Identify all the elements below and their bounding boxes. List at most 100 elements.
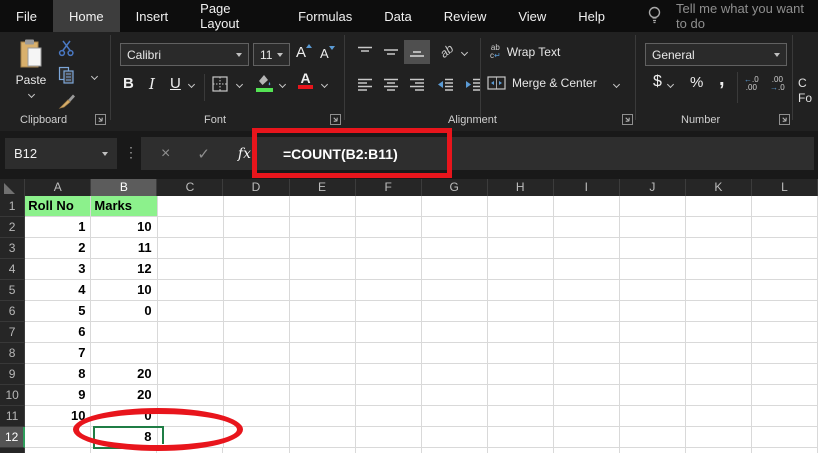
cell-J3[interactable] (619, 238, 686, 259)
cell-F2[interactable] (355, 217, 422, 238)
increase-font-button[interactable]: A (296, 44, 313, 61)
insert-function-icon[interactable]: fx (238, 146, 251, 162)
cell-G3[interactable] (421, 238, 488, 259)
cell-J8[interactable] (619, 343, 686, 364)
cell-L7[interactable] (751, 322, 818, 343)
row-header-10[interactable]: 10 (0, 385, 26, 406)
cell-H10[interactable] (487, 385, 554, 406)
cell-B3[interactable]: 11 (91, 238, 158, 259)
font-name-combo[interactable]: Calibri (120, 43, 249, 66)
cell-C3[interactable] (157, 238, 224, 259)
cell-K13[interactable] (685, 448, 752, 453)
cell-I7[interactable] (553, 322, 620, 343)
row-header-4[interactable]: 4 (0, 259, 26, 280)
column-header-H[interactable]: H (488, 179, 554, 196)
tab-review[interactable]: Review (428, 0, 503, 32)
cell-J4[interactable] (619, 259, 686, 280)
cell-D9[interactable] (223, 364, 290, 385)
cell-C5[interactable] (157, 280, 224, 301)
font-dialog-launcher[interactable] (330, 114, 341, 125)
cell-F12[interactable] (355, 427, 422, 448)
column-header-A[interactable]: A (25, 179, 92, 196)
cell-E5[interactable] (289, 280, 356, 301)
cell-E6[interactable] (289, 301, 356, 322)
cell-L3[interactable] (751, 238, 818, 259)
cell-J2[interactable] (619, 217, 686, 238)
alignment-dialog-launcher[interactable] (622, 114, 633, 125)
cell-J1[interactable] (619, 196, 686, 217)
merge-center-button[interactable]: Merge & Center (487, 76, 597, 90)
cell-L2[interactable] (751, 217, 818, 238)
cell-D8[interactable] (223, 343, 290, 364)
middle-align-button[interactable] (378, 40, 404, 64)
cell-A7[interactable]: 6 (25, 322, 92, 343)
cell-L6[interactable] (751, 301, 818, 322)
cell-C8[interactable] (157, 343, 224, 364)
cell-L9[interactable] (751, 364, 818, 385)
borders-button[interactable] (212, 76, 228, 92)
cell-E1[interactable] (289, 196, 356, 217)
cell-D1[interactable] (223, 196, 290, 217)
align-right-button[interactable] (404, 72, 430, 96)
copy-dropdown-icon[interactable] (90, 72, 99, 81)
cell-F3[interactable] (355, 238, 422, 259)
decrease-indent-button[interactable] (432, 72, 458, 96)
fill-color-button[interactable] (256, 73, 273, 92)
column-header-K[interactable]: K (686, 179, 752, 196)
cell-A10[interactable]: 9 (25, 385, 92, 406)
name-box[interactable]: B12 (5, 138, 117, 169)
cell-F11[interactable] (355, 406, 422, 427)
cell-B7[interactable] (91, 322, 158, 343)
cell-H11[interactable] (487, 406, 554, 427)
underline-dropdown-icon[interactable] (187, 80, 196, 89)
cell-A8[interactable]: 7 (25, 343, 92, 364)
cell-D5[interactable] (223, 280, 290, 301)
underline-button[interactable]: U (170, 75, 181, 92)
cell-A5[interactable]: 4 (25, 280, 92, 301)
tab-data[interactable]: Data (368, 0, 427, 32)
cell-E3[interactable] (289, 238, 356, 259)
cell-G12[interactable] (421, 427, 488, 448)
cell-J10[interactable] (619, 385, 686, 406)
cell-B8[interactable] (91, 343, 158, 364)
row-header-1[interactable]: 1 (0, 196, 26, 217)
cell-D2[interactable] (223, 217, 290, 238)
cell-H6[interactable] (487, 301, 554, 322)
tab-file[interactable]: File (0, 0, 53, 32)
tell-me-box[interactable]: Tell me what you want to do (647, 0, 818, 32)
tab-view[interactable]: View (502, 0, 562, 32)
cell-K2[interactable] (685, 217, 752, 238)
merge-center-dropdown-icon[interactable] (612, 80, 621, 89)
row-header-7[interactable]: 7 (0, 322, 26, 343)
cell-K7[interactable] (685, 322, 752, 343)
cell-E10[interactable] (289, 385, 356, 406)
cell-J12[interactable] (619, 427, 686, 448)
cell-I6[interactable] (553, 301, 620, 322)
cell-B6[interactable]: 0 (91, 301, 158, 322)
decrease-decimal-button[interactable]: .00 →.0 (770, 76, 785, 92)
cell-H9[interactable] (487, 364, 554, 385)
cell-G6[interactable] (421, 301, 488, 322)
align-left-button[interactable] (352, 72, 378, 96)
cell-E9[interactable] (289, 364, 356, 385)
row-header-5[interactable]: 5 (0, 280, 26, 301)
cell-C2[interactable] (157, 217, 224, 238)
tab-home[interactable]: Home (52, 0, 120, 32)
cell-L13[interactable] (751, 448, 818, 453)
cell-L4[interactable] (751, 259, 818, 280)
cell-G11[interactable] (421, 406, 488, 427)
cell-L8[interactable] (751, 343, 818, 364)
row-header-3[interactable]: 3 (0, 238, 26, 259)
cell-E8[interactable] (289, 343, 356, 364)
cell-K6[interactable] (685, 301, 752, 322)
cell-H3[interactable] (487, 238, 554, 259)
cell-A9[interactable]: 8 (25, 364, 92, 385)
bottom-align-button[interactable] (404, 40, 430, 64)
cell-K10[interactable] (685, 385, 752, 406)
cell-H1[interactable] (487, 196, 554, 217)
cell-E13[interactable] (289, 448, 356, 453)
cell-I4[interactable] (553, 259, 620, 280)
paste-button[interactable]: Paste (8, 38, 54, 122)
tab-page-layout[interactable]: Page Layout (184, 0, 282, 32)
top-align-button[interactable] (352, 40, 378, 64)
